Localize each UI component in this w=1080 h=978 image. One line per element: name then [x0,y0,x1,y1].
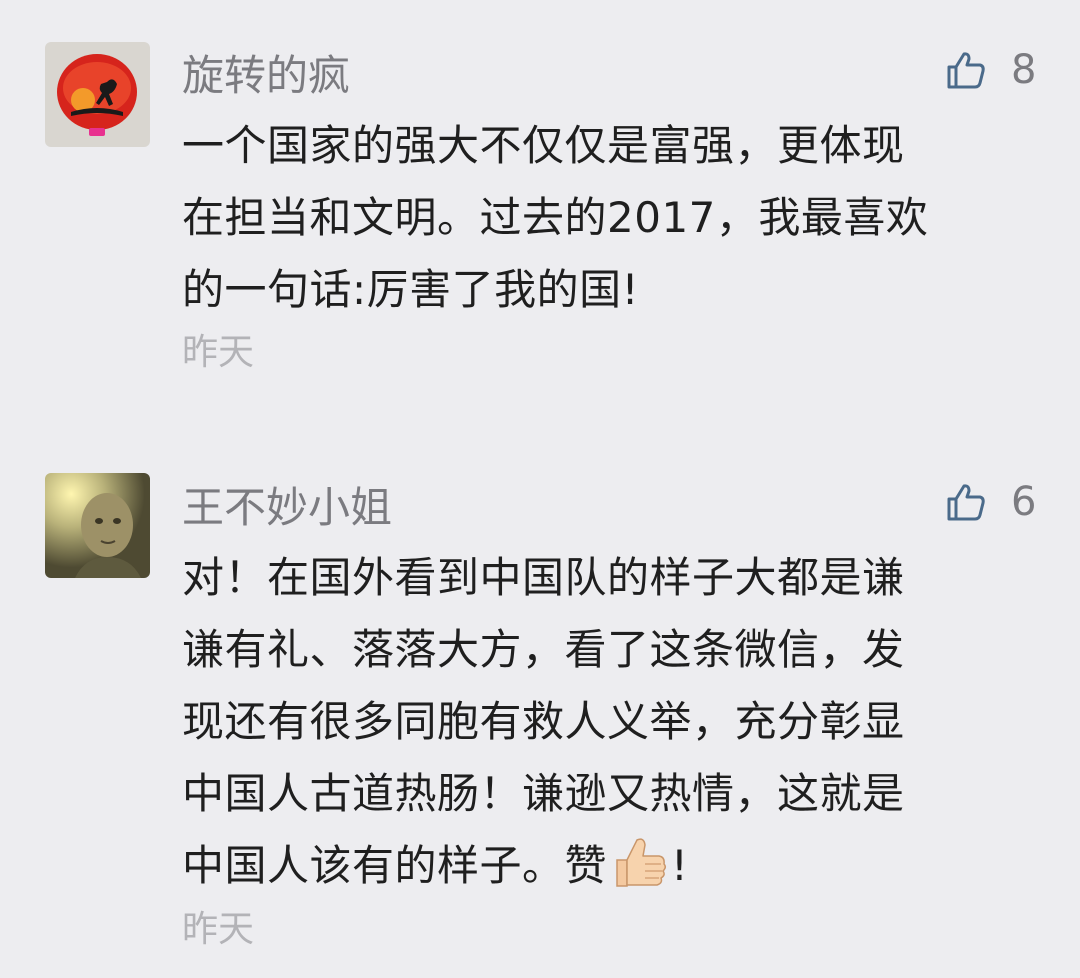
thumbs-up-outline-icon [947,484,985,521]
comment-text-line: 谦有礼、落落大方，看了这条微信，发 [182,625,905,674]
avatar-image [45,473,150,578]
comment-text-segment: 中国人该有的样子。赞 [182,841,608,890]
comment-text: 对！在国外看到中国队的样子大都是谦 谦有礼、落落大方，看了这条微信，发 现还有很… [182,542,1022,902]
comment-text-line: 中国人该有的样子。赞 ! [182,830,1022,902]
thumbs-up-emoji-icon [616,838,667,887]
comment-author[interactable]: 王不妙小姐 [182,487,392,529]
like-count: 6 [1011,479,1037,525]
comment-text-line: 对！在国外看到中国队的样子大都是谦 [182,553,905,602]
comment-text-segment: ! [671,841,689,890]
avatar[interactable] [45,473,150,578]
comment-text-line: 现还有很多同胞有救人义举，充分彰显 [182,697,905,746]
comment-item: 王不妙小姐 6 对！在国外看到中国队的样子大都是谦 谦有礼、落落大方，看了这条微… [0,0,1080,978]
comment-time: 昨天 [182,909,255,950]
comment-text-line: 中国人古道热肠！谦逊又热情，这就是 [182,769,905,818]
like-button[interactable]: 6 [945,478,1036,526]
